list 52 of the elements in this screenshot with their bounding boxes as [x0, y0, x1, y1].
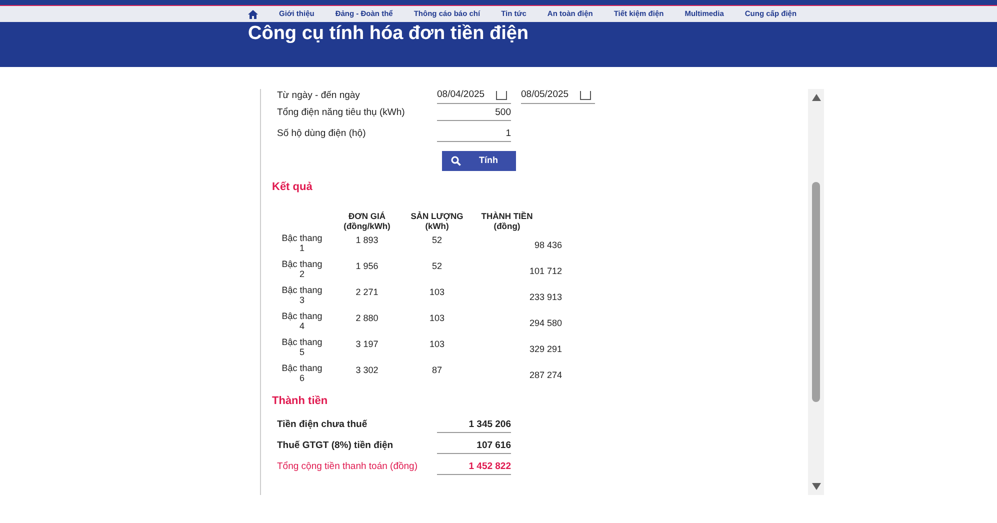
tier-cell-text: Bậc thang 5: [280, 336, 324, 358]
section-title: Kết quả: [272, 180, 314, 195]
page-title: Công cụ tính hóa đơn tiền điện: [248, 22, 530, 46]
scroll-up-icon[interactable]: [812, 94, 820, 101]
field-label: Tổng điện năng tiêu thụ (kWh): [276, 106, 406, 120]
table-cell-text: 2 880: [354, 312, 380, 324]
table-cell-text: 52: [430, 260, 443, 272]
table-cell-text: 87: [430, 364, 443, 376]
tier-cell-text: Bậc thang 1: [280, 232, 324, 254]
tier-cell-text: Bậc thang 2: [280, 258, 324, 280]
column-header: THÀNH TIỀN (đồng): [480, 210, 534, 230]
total-value: 1 452 822: [437, 460, 511, 476]
home-icon[interactable]: [248, 10, 258, 18]
table-cell-text: 103: [428, 338, 446, 350]
calendar-icon[interactable]: [496, 91, 507, 100]
total-value: 107 616: [437, 438, 511, 454]
column-header: ĐƠN GIÁ (đồng/kWh): [342, 210, 392, 230]
table-cell-text: 101 712: [528, 264, 562, 278]
table-cell-text: 287 274: [528, 368, 562, 382]
table-cell-text: 103: [428, 312, 446, 324]
table-cell-text: 3 302: [354, 364, 380, 376]
table-cell-text: 103: [428, 286, 446, 298]
table-cell-text: 98 436: [533, 238, 562, 252]
table-cell-text: 52: [430, 234, 443, 246]
total-value: 1 345 206: [437, 418, 511, 434]
total-label: Thuế GTGT (8%) tiền điện: [276, 439, 394, 454]
table-cell-text: 329 291: [528, 342, 562, 356]
input-field[interactable]: 1: [437, 126, 511, 142]
input-field[interactable]: 500: [437, 106, 511, 122]
column-header: SẢN LƯỢNG (kWh): [410, 210, 464, 230]
table-cell-text: 294 580: [528, 316, 562, 330]
field-label: Số hộ dùng điện (hộ): [276, 127, 367, 142]
table-cell-text: 2 271: [354, 286, 380, 298]
calculate-button[interactable]: Tính: [442, 151, 516, 171]
search-icon: [451, 156, 461, 166]
table-cell-text: 1 956: [354, 260, 380, 272]
scroll-down-icon[interactable]: [812, 483, 820, 490]
tier-cell-text: Bậc thang 3: [280, 284, 324, 306]
table-cell-text: 3 197: [354, 338, 380, 350]
tier-cell-text: Bậc thang 4: [280, 310, 324, 332]
scroll-thumb[interactable]: [812, 182, 820, 402]
section-title: Thành tiền: [272, 394, 329, 408]
date-field[interactable]: 08/05/2025: [521, 88, 595, 104]
tier-cell-text: Bậc thang 6: [280, 362, 324, 384]
table-cell-text: 1 893: [354, 234, 380, 246]
calendar-icon[interactable]: [580, 91, 591, 100]
total-label: Tổng cộng tiền thanh toán (đồng): [276, 460, 418, 474]
table-cell-text: 233 913: [528, 290, 562, 304]
scrollbar[interactable]: [808, 89, 824, 495]
date-field[interactable]: 08/04/2025: [437, 88, 511, 104]
total-label: Tiền điện chưa thuế: [276, 418, 368, 432]
field-label: Từ ngày - đến ngày: [276, 88, 361, 103]
